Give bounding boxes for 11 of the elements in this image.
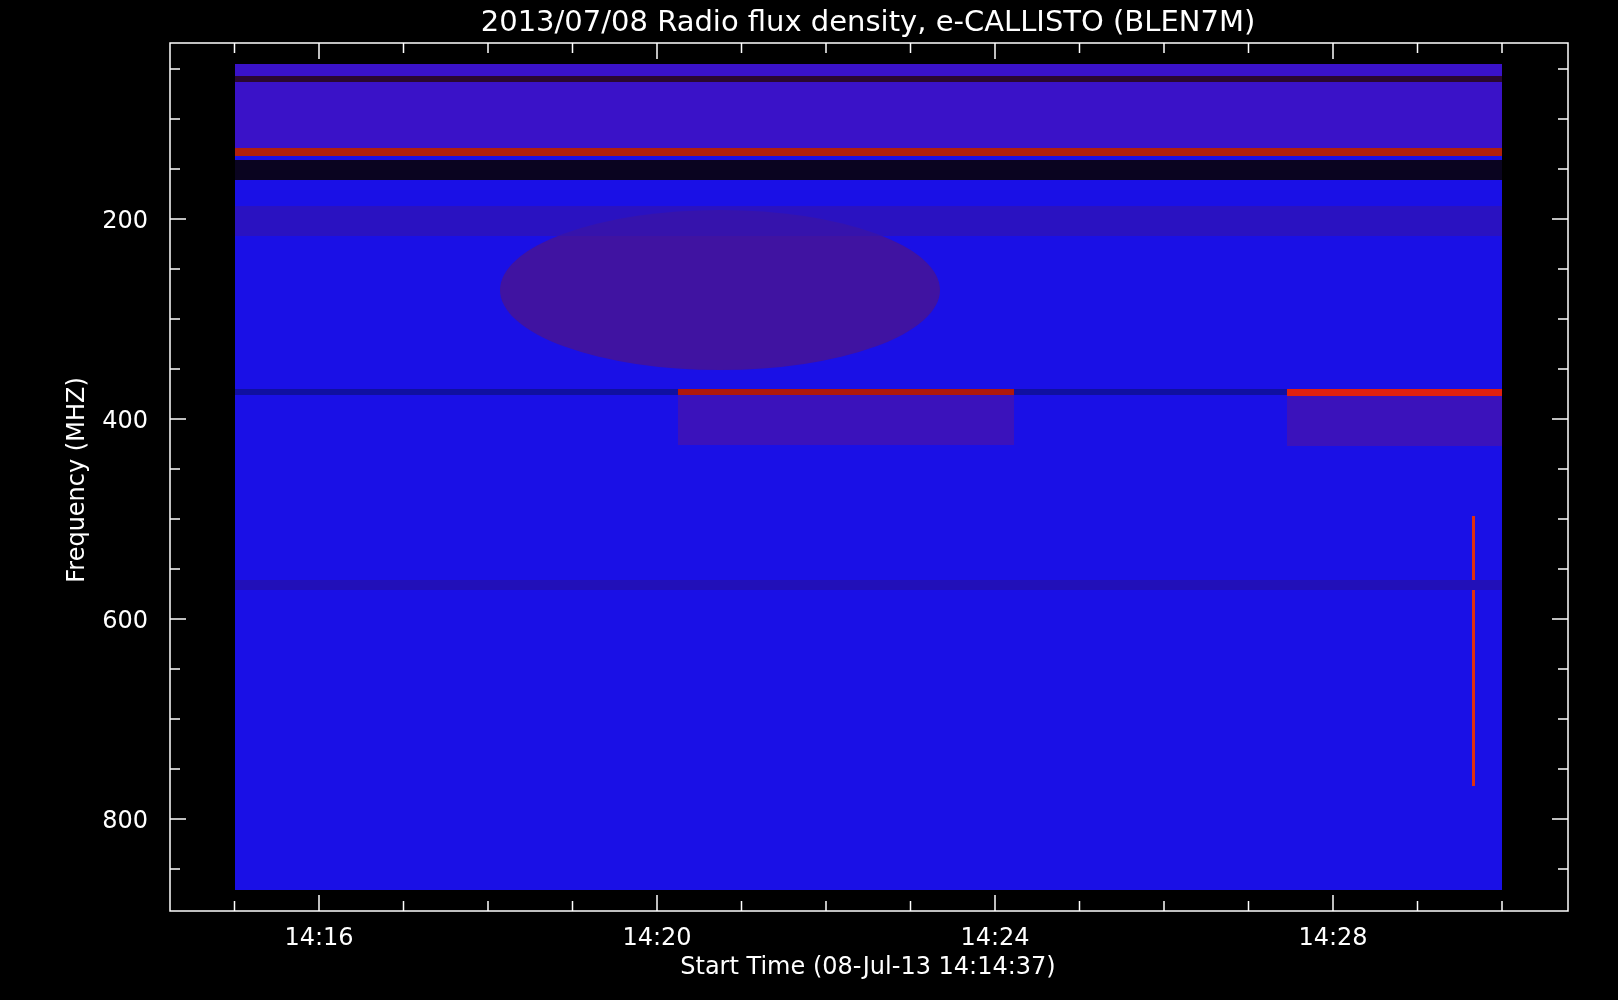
y-tick-label: 400 xyxy=(102,406,148,434)
x-tick-label: 14:28 xyxy=(1298,923,1368,951)
y-axis-label: Frequency (MHZ) xyxy=(62,377,90,583)
y-tick-label: 200 xyxy=(102,206,148,234)
y-tick-label: 600 xyxy=(102,606,148,634)
y-tick-label: 800 xyxy=(102,806,148,834)
chart-title: 2013/07/08 Radio flux density, e-CALLISTO (BLEN7M) xyxy=(480,4,1256,38)
x-tick-label: 14:24 xyxy=(960,923,1030,951)
x-axis-label: Start Time (08-Jul-13 14:14:37) xyxy=(680,952,1056,980)
x-tick-label: 14:20 xyxy=(622,923,692,951)
x-tick-label: 14:16 xyxy=(284,923,354,951)
